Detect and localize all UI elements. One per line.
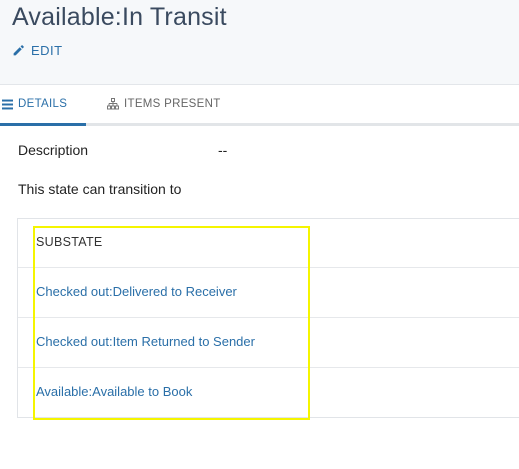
transition-heading: This state can transition to xyxy=(18,181,182,197)
tab-items-present-label: ITEMS PRESENT xyxy=(124,98,221,110)
description-label: Description xyxy=(18,142,89,158)
substate-table: SUBSTATE Checked out:Delivered to Receiv… xyxy=(17,218,519,418)
tab-details[interactable]: DETAILS xyxy=(0,85,88,126)
list-icon xyxy=(2,99,13,109)
page-title: Available:In Transit xyxy=(12,3,227,31)
edit-button[interactable]: EDIT xyxy=(12,43,63,58)
tab-details-label: DETAILS xyxy=(18,98,68,110)
edit-button-label: EDIT xyxy=(31,43,63,58)
substate-link[interactable]: Available:Available to Book xyxy=(36,384,192,399)
tab-items-present[interactable]: ITEMS PRESENT xyxy=(107,85,221,123)
substate-link[interactable]: Checked out:Delivered to Receiver xyxy=(36,284,237,299)
table-row: Available:Available to Book xyxy=(18,367,519,417)
substate-link[interactable]: Checked out:Item Returned to Sender xyxy=(36,334,255,349)
table-row: Checked out:Delivered to Receiver xyxy=(18,267,519,317)
pencil-icon xyxy=(13,45,24,56)
description-value: -- xyxy=(218,142,228,158)
table-row: Checked out:Item Returned to Sender xyxy=(18,317,519,367)
tab-bar: DETAILS ITEMS PRESENT xyxy=(0,85,519,126)
sitemap-icon xyxy=(107,98,119,110)
page-header: Available:In Transit EDIT xyxy=(0,0,519,85)
substate-column-header: SUBSTATE xyxy=(36,235,103,249)
